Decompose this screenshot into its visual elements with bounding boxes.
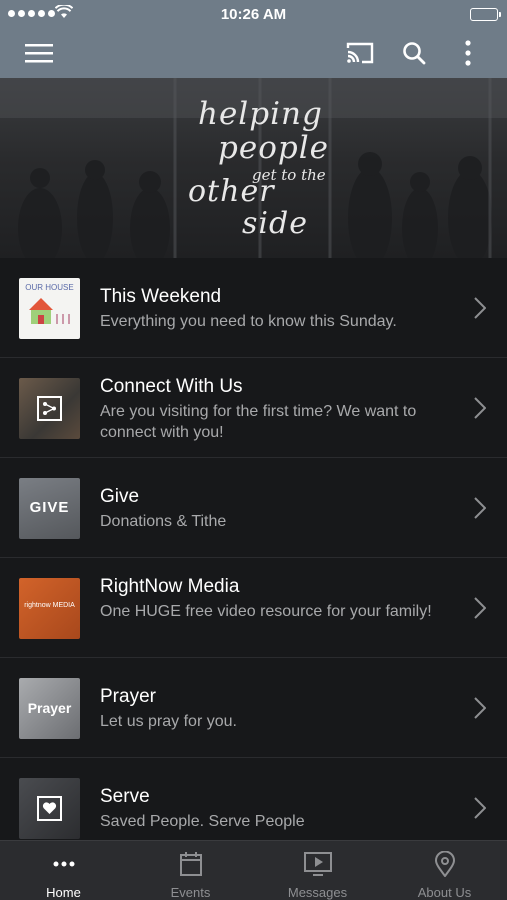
overflow-menu-button[interactable] [446, 28, 490, 78]
this-weekend-thumbnail: OUR HOUSE [19, 278, 80, 339]
chevron-right-icon [474, 797, 486, 819]
status-bar: 10:26 AM [0, 0, 507, 28]
item-subtitle: Let us pray for you. [100, 713, 237, 730]
tab-label: Messages [287, 885, 348, 900]
cast-button[interactable] [338, 28, 382, 78]
item-subtitle: Everything you need to know this Sunday. [100, 313, 397, 330]
tab-messages[interactable]: Messages [254, 841, 381, 900]
item-title: Prayer [100, 686, 156, 707]
share-icon [37, 396, 62, 421]
search-icon [403, 42, 426, 65]
give-thumbnail: GIVE [19, 478, 80, 539]
item-title: This Weekend [100, 286, 222, 307]
heart-frame-icon [37, 796, 62, 821]
location-pin-icon [434, 851, 455, 877]
tab-events[interactable]: Events [127, 841, 254, 900]
prayer-thumbnail: Prayer [19, 678, 80, 739]
tagline-line-5: side [242, 206, 308, 241]
hero-tagline: helping people get to the other side [180, 96, 340, 246]
chevron-right-icon [474, 497, 486, 519]
item-subtitle: Donations & Tithe [100, 513, 227, 530]
thumbnail-text: Prayer [27, 700, 72, 716]
tagline-line-2: people [218, 130, 329, 166]
tab-label: About Us [417, 885, 472, 900]
connect-thumbnail [19, 378, 80, 439]
house-drawing-icon [29, 298, 70, 324]
search-button[interactable] [392, 28, 436, 78]
tagline-line-1: helping [198, 96, 323, 132]
tab-about-us[interactable]: About Us [381, 841, 507, 900]
thumbnail-text: rightnow MEDIA [24, 602, 75, 609]
menu-button[interactable] [17, 28, 61, 78]
list-item-prayer[interactable]: Prayer Prayer Let us pray for you. [0, 658, 507, 758]
more-dots-icon [53, 861, 74, 867]
rightnow-media-thumbnail: rightnow MEDIA [19, 578, 80, 639]
tab-bar: Home Events Messages About Us [0, 840, 507, 900]
tab-home[interactable]: Home [0, 841, 127, 900]
battery-icon [470, 8, 501, 21]
hero-banner: helping people get to the other side [0, 78, 507, 258]
menu-list: OUR HOUSE This Weekend Everything you ne… [0, 258, 507, 858]
item-title: Connect With Us [100, 376, 243, 397]
cast-icon [346, 42, 374, 64]
chevron-right-icon [474, 297, 486, 319]
thumbnail-text: GIVE [29, 499, 70, 516]
serve-thumbnail [19, 778, 80, 839]
tagline-line-4: other [188, 174, 275, 209]
chevron-right-icon [474, 697, 486, 719]
status-time: 10:26 AM [220, 6, 287, 23]
video-play-icon [303, 852, 332, 876]
chevron-right-icon [474, 397, 486, 419]
nav-bar [0, 28, 507, 78]
item-title: Give [100, 486, 140, 507]
list-item-connect-with-us[interactable]: Connect With Us Are you visiting for the… [0, 358, 507, 458]
item-subtitle: Are you visiting for the first time? We … [100, 403, 417, 441]
hamburger-icon [25, 44, 53, 63]
tab-label: Events [170, 885, 211, 900]
item-subtitle: One HUGE free video resource for your fa… [100, 603, 432, 620]
list-item-give[interactable]: GIVE Give Donations & Tithe [0, 458, 507, 558]
top-bar: 10:26 AM [0, 0, 507, 78]
more-vertical-icon [465, 40, 471, 66]
item-title: RightNow Media [100, 576, 240, 597]
tab-label: Home [46, 885, 81, 900]
item-title: Serve [100, 786, 150, 807]
list-item-rightnow-media[interactable]: rightnow MEDIA RightNow Media One HUGE f… [0, 558, 507, 658]
chevron-right-icon [474, 597, 486, 619]
list-item-this-weekend[interactable]: OUR HOUSE This Weekend Everything you ne… [0, 258, 507, 358]
item-subtitle: Saved People. Serve People [100, 813, 305, 830]
calendar-icon [179, 852, 202, 876]
